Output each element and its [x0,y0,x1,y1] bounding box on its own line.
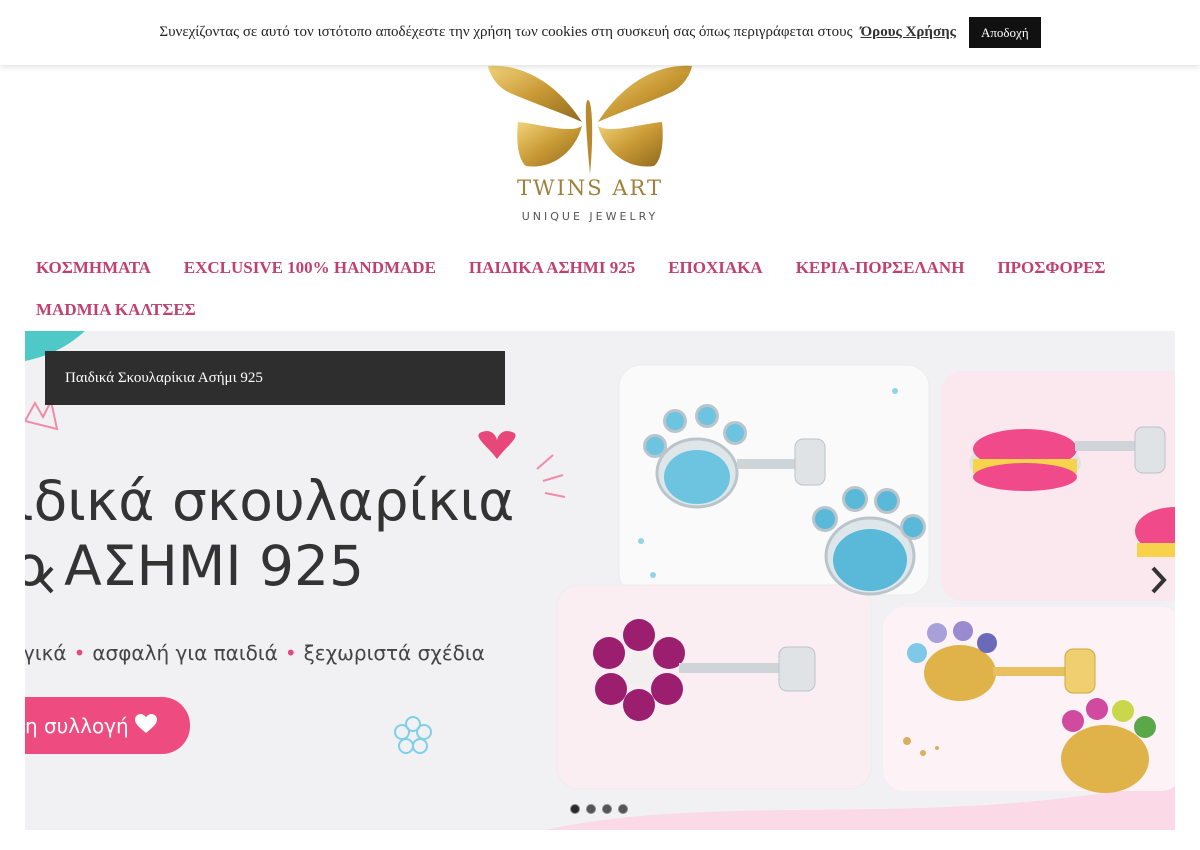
logo-title: TWINS ART [517,176,663,200]
cookie-consent-bar: Συνεχίζοντας σε αυτό τον ιστότοπο αποδέχ… [0,0,1200,65]
terms-link[interactable]: Όρους Χρήσης [861,24,956,41]
accept-cookies-button[interactable]: Αποδοχή [968,17,1041,48]
slide-features: γικά • ασφαλή για παιδιά • ξεχωριστά σχέδια [25,641,485,665]
cookie-text: Συνεχίζοντας σε αυτό τον ιστότοπο αποδέχ… [159,24,853,40]
nav-row-2: MADMIA ΚΑΛΤΣΕΣ [36,292,1176,327]
nav-item-prosfores[interactable]: ΠΡΟΣΦΟΡΕΣ [997,258,1105,278]
bullet-dot: • [284,641,297,665]
logo-subtitle: UNIQUE JEWELRY [521,210,659,223]
slider-pagination [570,804,634,814]
main-navigation: ΚΟΣΜΗΜΑΤΑ EXCLUSIVE 100% HANDMADE ΠΑΙΔΙΚ… [36,250,1176,327]
hero-slider: Παιδικά Σκουλαρίκια Ασήμι 925 ιδικά σκου… [25,331,1175,830]
feature-3: ξεχωριστά σχέδια [303,641,485,665]
nav-item-exclusive-handmade[interactable]: EXCLUSIVE 100% HANDMADE [184,258,436,278]
butterfly-logo-icon [488,65,692,174]
nav-item-kosmimata[interactable]: ΚΟΣΜΗΜΑΤΑ [36,258,151,278]
slide-dot-1[interactable] [570,804,580,814]
slide-dot-4[interactable] [618,804,628,814]
feature-2: ασφαλή για παιδιά [92,641,278,665]
site-logo[interactable]: TWINS ART UNIQUE JEWELRY [470,62,710,232]
slide-caption: Παιδικά Σκουλαρίκια Ασήμι 925 [45,351,505,405]
nav-item-keria-porselani[interactable]: ΚΕΡΙΑ-ΠΟΡΣΕΛΑΝΗ [796,258,965,278]
nav-row-1: ΚΟΣΜΗΜΑΤΑ EXCLUSIVE 100% HANDMADE ΠΑΙΔΙΚ… [36,250,1176,285]
chevron-right-icon [1151,566,1167,594]
heart-icon [135,714,157,733]
feature-1: γικά [25,641,67,665]
slide-dot-2[interactable] [586,804,596,814]
shop-collection-button[interactable]: η συλλογή [25,697,190,754]
bullet-dot: • [73,641,86,665]
nav-item-madmia-kaltses[interactable]: MADMIA ΚΑΛΤΣΕΣ [36,300,196,320]
slide-dot-3[interactable] [602,804,612,814]
nav-item-paidika-asimi[interactable]: ΠΑΙΔΙΚΑ ΑΣΗΜΙ 925 [469,258,635,278]
cta-label: η συλλογή [25,713,129,738]
chevron-left-icon [38,566,54,594]
slider-prev-button[interactable] [33,565,63,595]
nav-item-epoxiaka[interactable]: ΕΠΟΧΙΑΚΑ [668,258,762,278]
slider-next-button[interactable] [1142,565,1172,595]
slide-headline-line-2: ο ΑΣΗΜΙ 925 [25,534,365,598]
slide-headline-line-1: ιδικά σκουλαρίκια [25,469,515,533]
